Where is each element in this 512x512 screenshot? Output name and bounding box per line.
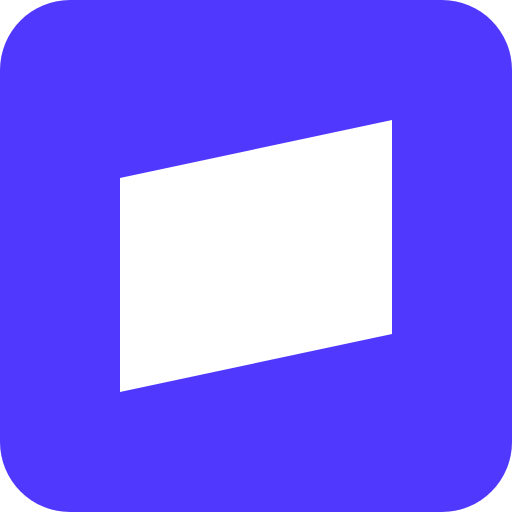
app-icon (0, 0, 512, 512)
